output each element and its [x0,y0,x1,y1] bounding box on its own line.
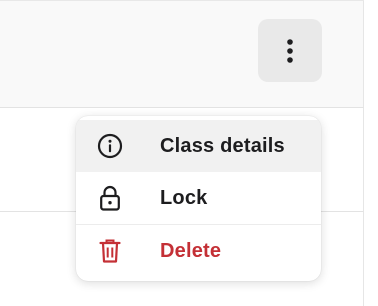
context-menu: Class details Lock Delete [76,116,321,281]
info-icon [97,133,123,159]
lock-icon [97,185,123,211]
menu-item-label: Lock [160,186,208,209]
row-divider [0,0,364,1]
trash-icon [97,238,123,264]
list-row [0,0,364,108]
more-vertical-icon [287,38,293,63]
menu-item-label: Class details [160,134,285,157]
menu-item-class-details[interactable]: Class details [76,120,321,172]
more-options-button[interactable] [258,19,322,82]
menu-item-delete[interactable]: Delete [76,225,321,277]
menu-item-lock[interactable]: Lock [76,172,321,224]
menu-item-label: Delete [160,239,222,262]
